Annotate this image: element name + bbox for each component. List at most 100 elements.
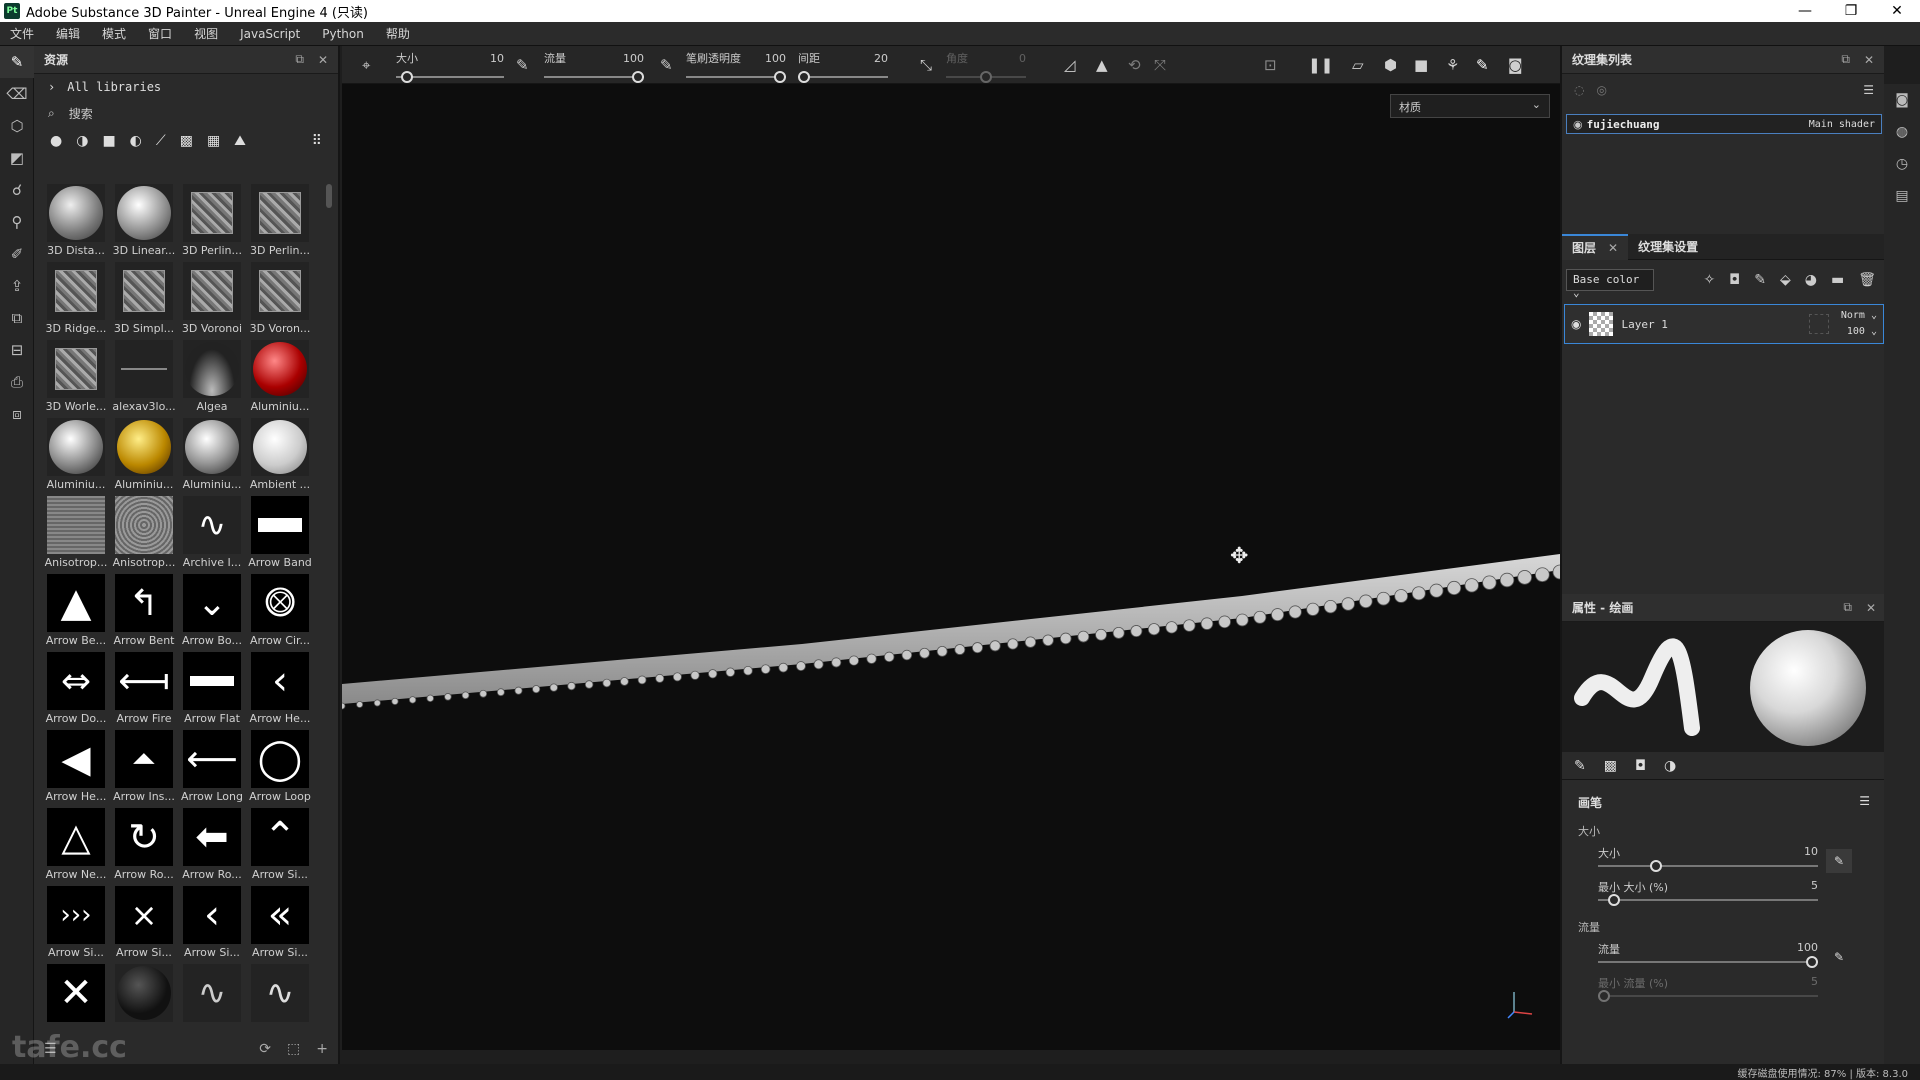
asset-item[interactable]: ⟵ Arrow Long bbox=[178, 730, 246, 808]
pen-pressure-icon[interactable]: ✎ bbox=[516, 56, 529, 74]
asset-item[interactable]: ‹ Arrow Si... bbox=[178, 886, 246, 964]
refresh-icon[interactable]: ⟳ bbox=[259, 1041, 271, 1057]
close-icon[interactable]: ✕ bbox=[1864, 53, 1874, 67]
minimize-button[interactable]: — bbox=[1782, 0, 1828, 22]
asset-item[interactable]: ⌄ Arrow Bo... bbox=[178, 574, 246, 652]
asset-item[interactable]: 3D Voronoi bbox=[178, 262, 246, 340]
asset-item[interactable]: △ Arrow Ne... bbox=[42, 808, 110, 886]
slider-knob[interactable] bbox=[774, 71, 786, 83]
screenshot-icon[interactable]: ◙ bbox=[1508, 56, 1523, 74]
menu-window[interactable]: 窗口 bbox=[148, 25, 172, 42]
color-picker-icon[interactable]: ✐ bbox=[0, 238, 34, 270]
eye-icon[interactable]: ◉ bbox=[1571, 317, 1581, 331]
geometry-decal-icon[interactable]: ⧉ bbox=[0, 302, 34, 334]
menu-help[interactable]: 帮助 bbox=[386, 25, 410, 42]
eye-icon[interactable]: ◉ bbox=[1573, 118, 1583, 131]
asset-item[interactable]: Aluminiu... bbox=[110, 418, 178, 496]
asset-item[interactable]: ⇔ Arrow Do... bbox=[42, 652, 110, 730]
hide-ui-icon[interactable]: ⊡ bbox=[1264, 56, 1277, 74]
asset-item[interactable]: 3D Perlin... bbox=[246, 184, 314, 262]
slider-knob[interactable] bbox=[400, 71, 413, 83]
slider-knob[interactable] bbox=[1598, 990, 1610, 1002]
camera-icon[interactable]: ■ bbox=[1414, 56, 1428, 74]
asset-item[interactable]: ⟻ Arrow Fire bbox=[110, 652, 178, 730]
close-icon[interactable]: ✕ bbox=[1866, 601, 1876, 615]
asset-item[interactable]: ⬅ Arrow Ro... bbox=[178, 808, 246, 886]
blend-mode[interactable]: Norm bbox=[1841, 310, 1865, 321]
add-folder-icon[interactable]: ▬ bbox=[1831, 272, 1844, 288]
filter-generators-icon[interactable]: ◐ bbox=[130, 133, 142, 149]
layer-blend[interactable]: Norm ⌄ 100 ⌄ bbox=[1841, 308, 1877, 340]
add-effect-icon[interactable]: ✧ bbox=[1703, 272, 1715, 288]
asset-item[interactable]: Anisotrop... bbox=[42, 496, 110, 574]
pen-pressure-icon[interactable]: ✎ bbox=[1826, 945, 1852, 969]
undock-icon[interactable]: ⧉ bbox=[1843, 600, 1852, 615]
asset-item[interactable]: ↻ Arrow Ro... bbox=[110, 808, 178, 886]
asset-item[interactable]: ∿ bbox=[246, 964, 314, 1036]
visibility-off-icon[interactable]: ◌ bbox=[1574, 83, 1584, 97]
close-icon[interactable]: ✕ bbox=[318, 53, 328, 67]
menu-mode[interactable]: 模式 bbox=[102, 25, 126, 42]
asset-item[interactable]: Ambient ... bbox=[246, 418, 314, 496]
polygon-fill-icon[interactable]: ◩ bbox=[0, 142, 34, 174]
slider-knob[interactable] bbox=[1650, 860, 1662, 872]
texture-set-row[interactable]: ◉ fujiechuang Main shader bbox=[1566, 114, 1882, 134]
clone-stamp-icon[interactable]: ⚲ bbox=[0, 206, 34, 238]
asset-item[interactable]: 3D Linear... bbox=[110, 184, 178, 262]
add-mask-icon[interactable]: ◘ bbox=[1729, 272, 1740, 288]
min-flow-slider[interactable]: 最小 流量 (%) 5 bbox=[1598, 969, 1818, 1003]
asset-item[interactable]: Aluminiu... bbox=[178, 418, 246, 496]
mask-slot[interactable] bbox=[1808, 314, 1829, 334]
asset-item[interactable] bbox=[110, 964, 178, 1036]
filter-materials-icon[interactable]: ● bbox=[50, 133, 62, 149]
asset-item[interactable]: alexav3lo... bbox=[110, 340, 178, 418]
asset-item[interactable]: Algea bbox=[178, 340, 246, 418]
render-mode-dropdown[interactable]: 材质 ⌄ bbox=[1390, 94, 1550, 118]
filter-environments-icon[interactable]: ⛰ bbox=[234, 133, 246, 149]
pen-pressure-icon[interactable]: ✎ bbox=[1826, 849, 1852, 873]
add-fill-layer-icon[interactable]: ⬙ bbox=[1780, 272, 1791, 288]
slider-knob[interactable] bbox=[632, 71, 644, 83]
projection-icon[interactable]: ⬡ bbox=[0, 110, 34, 142]
close-button[interactable]: ✕ bbox=[1874, 0, 1920, 22]
asset-item[interactable]: 3D Perlin... bbox=[178, 184, 246, 262]
undock-icon[interactable]: ⧉ bbox=[295, 52, 304, 67]
iray-icon[interactable]: ⚘ bbox=[1446, 56, 1459, 74]
menu-edit[interactable]: 编辑 bbox=[56, 25, 80, 42]
asset-item[interactable]: ▲ Arrow Be... bbox=[42, 574, 110, 652]
channel-dropdown[interactable]: Base color ⌄ bbox=[1566, 269, 1654, 299]
asset-item[interactable]: ◀ Arrow He... bbox=[42, 730, 110, 808]
camera-cube-icon[interactable]: ⬢ bbox=[1384, 56, 1397, 74]
pen-pressure-icon[interactable]: ✎ bbox=[660, 56, 673, 74]
tab-texture-set-settings[interactable]: 纹理集设置 bbox=[1628, 234, 1708, 260]
flow-slider[interactable]: 流量 100 ✎ bbox=[1598, 935, 1844, 969]
layer-row[interactable]: ◉ Layer 1 Norm ⌄ 100 ⌄ bbox=[1564, 304, 1884, 344]
add-paint-layer-icon[interactable]: ✎ bbox=[1754, 272, 1766, 288]
asset-item[interactable]: Anisotrop... bbox=[110, 496, 178, 574]
slider-knob[interactable] bbox=[1608, 894, 1621, 906]
asset-item[interactable]: Arrow Band bbox=[246, 496, 314, 574]
min-size-slider[interactable]: 最小 大小 (%) 5 bbox=[1598, 873, 1818, 907]
viewport-2d3d-icon[interactable]: ▱ bbox=[1352, 56, 1364, 74]
layer-name[interactable]: Layer 1 bbox=[1621, 318, 1667, 331]
search-input[interactable]: 搜索 bbox=[69, 105, 93, 122]
asset-item[interactable]: ››› Arrow Si... bbox=[42, 886, 110, 964]
asset-item[interactable]: Aluminiu... bbox=[42, 418, 110, 496]
angle-pressure-icon[interactable]: ◿ bbox=[1064, 56, 1076, 74]
symmetry-icon[interactable]: ▲ bbox=[1096, 56, 1108, 74]
size-slider[interactable]: 大小 10 ✎ bbox=[1598, 839, 1852, 873]
asset-item[interactable]: 3D Voron... bbox=[246, 262, 314, 340]
add-icon[interactable]: + bbox=[316, 1041, 328, 1057]
filter-brushes-icon[interactable]: ⟋ bbox=[156, 133, 166, 149]
asset-item[interactable]: ∿ bbox=[178, 964, 246, 1036]
eraser-icon[interactable]: ⌫ bbox=[0, 78, 34, 110]
viewer-settings-icon[interactable]: ◙ bbox=[1884, 84, 1920, 116]
export-icon[interactable]: ⎙ bbox=[0, 366, 34, 398]
shelf-scrollbar[interactable] bbox=[326, 184, 332, 208]
asset-item[interactable]: Aluminiu... bbox=[246, 340, 314, 418]
filter-alphas-icon[interactable]: ▦ bbox=[207, 133, 220, 149]
asset-item[interactable]: ◯ Arrow Loop bbox=[246, 730, 314, 808]
paint-mode-icon[interactable]: ✎ bbox=[1476, 56, 1489, 74]
asset-item[interactable]: 3D Worle... bbox=[42, 340, 110, 418]
history-icon[interactable]: ◷ bbox=[1884, 148, 1920, 180]
